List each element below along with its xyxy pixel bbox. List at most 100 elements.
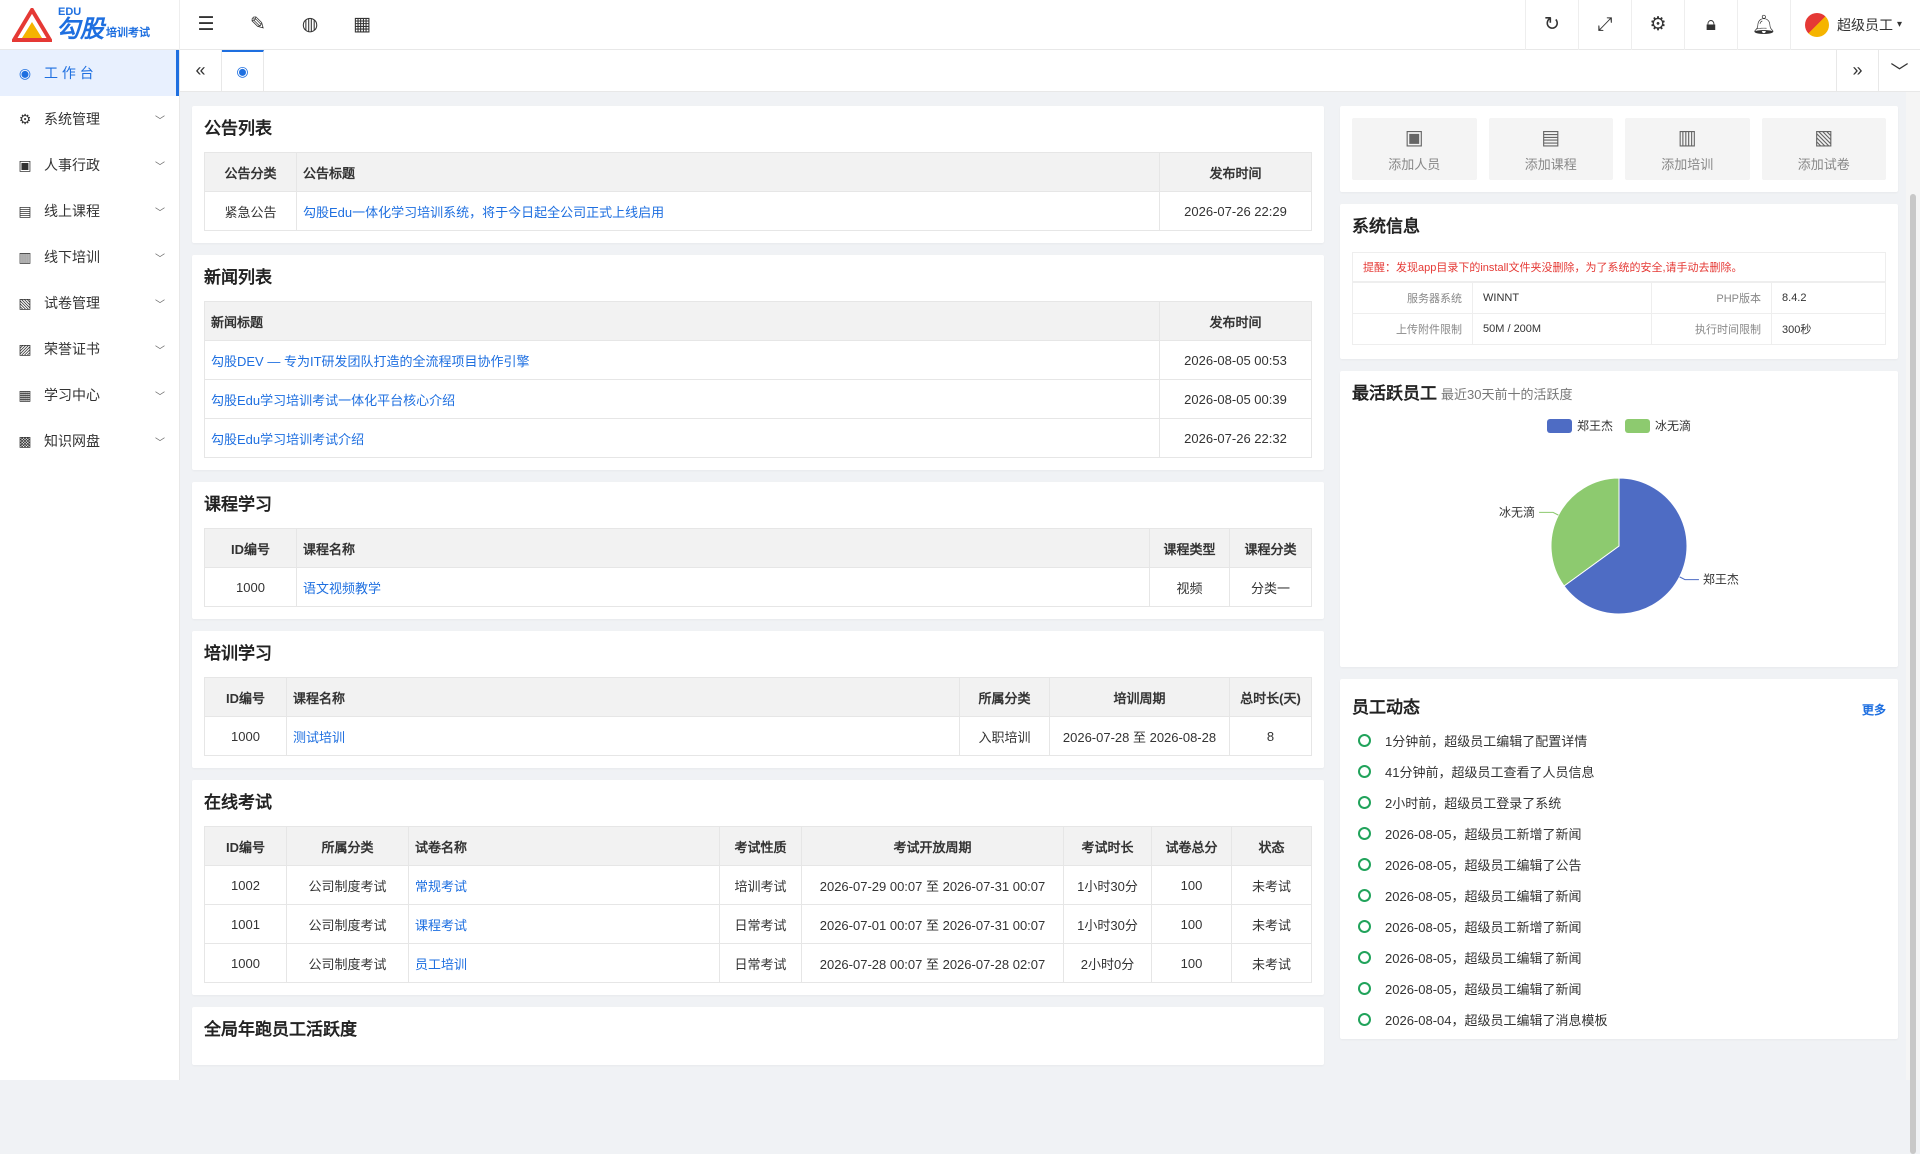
table-row: 勾股Edu学习培训考试一体化平台核心介绍 2026-08-05 00:39 bbox=[204, 379, 1312, 419]
table-cell: 公司制度考试 bbox=[286, 865, 409, 905]
active-card: 最活跃员工 最近30天前十的活跃度 郑王杰 冰无滴 郑王杰 冰无滴 bbox=[1340, 371, 1898, 667]
feed-text: 2026-08-05，超级员工新增了新闻 bbox=[1385, 827, 1582, 842]
sidebar-item-study[interactable]: ▦ 学习中心 ﹀ bbox=[0, 372, 179, 418]
news-link[interactable]: 勾股DEV — 专为IT研发团队打造的全流程项目协作引擎 bbox=[211, 354, 530, 369]
course-link[interactable]: 语文视频教学 bbox=[303, 581, 381, 596]
course-icon: ▤ bbox=[18, 202, 32, 219]
feed-card: 员工动态 更多 1分钟前，超级员工编辑了配置详情 41分钟前，超级员工查看了人员… bbox=[1340, 679, 1898, 1039]
feed-list: 1分钟前，超级员工编辑了配置详情 41分钟前，超级员工查看了人员信息 2小时前，… bbox=[1352, 725, 1886, 1035]
sidebar-item-label: 试卷管理 bbox=[44, 295, 100, 311]
table-header: 考试时长 bbox=[1063, 826, 1152, 866]
brush-icon[interactable]: ✎ bbox=[232, 0, 284, 50]
disk-icon: ▩ bbox=[18, 432, 32, 449]
quick-action-label: 添加培训 bbox=[1661, 157, 1714, 172]
sidebar-item-system[interactable]: ⚙ 系统管理 ﹀ bbox=[0, 96, 179, 142]
timeline-dot-icon bbox=[1358, 858, 1371, 871]
legend-label: 冰无滴 bbox=[1655, 419, 1692, 433]
tab-scroll-left-icon[interactable]: « bbox=[180, 49, 222, 92]
legend-swatch bbox=[1546, 418, 1572, 433]
add-course-button[interactable]: ▤ 添加课程 bbox=[1488, 118, 1613, 180]
pie-label-line bbox=[1679, 576, 1699, 581]
list-item: 2026-08-05，超级员工编辑了新闻 bbox=[1352, 942, 1886, 973]
notice-link[interactable]: 勾股Edu一体化学习培训系统，将于今日起全公司正式上线启用 bbox=[303, 205, 664, 220]
feed-text: 2026-08-04，超级员工编辑了消息模板 bbox=[1385, 1013, 1608, 1028]
table-header: 公告分类 bbox=[204, 152, 297, 192]
table-header: 发布时间 bbox=[1159, 152, 1312, 192]
list-item: 2026-08-05，超级员工新增了新闻 bbox=[1352, 818, 1886, 849]
sidebar-item-disk[interactable]: ▩ 知识网盘 ﹀ bbox=[0, 418, 179, 464]
sidebar-item-dashboard[interactable]: ◉ 工 作 台 bbox=[0, 50, 179, 96]
tab-dropdown-icon[interactable]: ﹀ bbox=[1878, 49, 1920, 92]
menu-fold-icon[interactable]: ☰ bbox=[180, 0, 232, 50]
more-link[interactable]: 更多 bbox=[1862, 701, 1886, 718]
globe-icon[interactable]: ◍ bbox=[284, 0, 336, 50]
timeline-dot-icon bbox=[1358, 734, 1371, 747]
tab-scroll-right-icon[interactable]: » bbox=[1836, 49, 1878, 92]
notice-table: 公告分类 公告标题 发布时间 紧急公告 勾股Edu一体化学习培训系统，将于今日起… bbox=[204, 152, 1312, 231]
table-header: 公告标题 bbox=[296, 152, 1160, 192]
sidebar-item-paper[interactable]: ▧ 试卷管理 ﹀ bbox=[0, 280, 179, 326]
sidebar-item-label: 知识网盘 bbox=[44, 433, 100, 449]
feed-text: 1分钟前，超级员工编辑了配置详情 bbox=[1385, 734, 1588, 749]
table-cell: 入职培训 bbox=[959, 716, 1050, 756]
timeline-dot-icon bbox=[1358, 827, 1371, 840]
user-name: 超级员工 bbox=[1836, 16, 1893, 33]
sidebar-item-personnel[interactable]: ▣ 人事行政 ﹀ bbox=[0, 142, 179, 188]
news-link[interactable]: 勾股Edu学习培训考试介绍 bbox=[211, 432, 364, 447]
table-cell: 1002 bbox=[204, 865, 287, 905]
sysinfo-key: 服务器系统 bbox=[1352, 282, 1473, 314]
news-link[interactable]: 勾股Edu学习培训考试一体化平台核心介绍 bbox=[211, 393, 455, 408]
table-row: 上传附件限制 50M / 200M 执行时间限制 300秒 bbox=[1352, 313, 1886, 345]
sysinfo-value: 300秒 bbox=[1771, 313, 1886, 345]
sidebar-item-course[interactable]: ▤ 线上课程 ﹀ bbox=[0, 188, 179, 234]
exam-link[interactable]: 常规考试 bbox=[415, 879, 467, 894]
legend-label: 郑王杰 bbox=[1576, 419, 1613, 433]
sidebar-item-label: 线下培训 bbox=[44, 249, 100, 265]
refresh-icon[interactable]: ↻ bbox=[1524, 0, 1578, 50]
table-cell: 8 bbox=[1229, 716, 1312, 756]
exam-link[interactable]: 课程考试 bbox=[415, 918, 467, 933]
feed-text: 41分钟前，超级员工查看了人员信息 bbox=[1385, 765, 1595, 780]
pie-chart: 郑王杰 冰无滴 bbox=[1499, 477, 1739, 615]
app-logo[interactable]: EDU 勾股 培训考试 bbox=[0, 0, 180, 50]
table-row: 勾股Edu学习培训考试介绍 2026-07-26 22:32 bbox=[204, 418, 1312, 458]
sidebar-item-training[interactable]: ▥ 线下培训 ﹀ bbox=[0, 234, 179, 280]
exam-link[interactable]: 员工培训 bbox=[415, 957, 467, 972]
add-training-button[interactable]: ▥ 添加培训 bbox=[1625, 118, 1750, 180]
sidebar-item-label: 系统管理 bbox=[44, 111, 100, 127]
table-header: 总时长(天) bbox=[1229, 677, 1312, 717]
sidebar-item-certificate[interactable]: ▨ 荣誉证书 ﹀ bbox=[0, 326, 179, 372]
sysinfo-value: 50M / 200M bbox=[1471, 313, 1653, 345]
table-header: 课程类型 bbox=[1149, 528, 1230, 568]
card-title: 在线考试 bbox=[204, 793, 272, 812]
settings-icon[interactable]: ⚙ bbox=[1630, 0, 1684, 50]
table-header: 课程名称 bbox=[286, 677, 960, 717]
fullscreen-icon[interactable]: ⤢ bbox=[1577, 0, 1631, 50]
bell-icon[interactable]: 🔔︎ bbox=[1736, 0, 1790, 50]
lock-icon[interactable]: 🔒︎ bbox=[1683, 0, 1737, 50]
table-row: 服务器系统 WINNT PHP版本 8.4.2 bbox=[1352, 282, 1886, 314]
add-paper-button[interactable]: ▧ 添加试卷 bbox=[1761, 118, 1886, 180]
exam-type: 培训考试 bbox=[719, 865, 802, 905]
tab-dashboard[interactable]: ◉ bbox=[222, 49, 264, 92]
layout-icon[interactable]: ▦ bbox=[336, 0, 388, 50]
add-user-button[interactable]: ▣ 添加人员 bbox=[1352, 118, 1477, 180]
sidebar-item-label: 线上课程 bbox=[44, 203, 100, 219]
timeline-dot-icon bbox=[1358, 796, 1371, 809]
sysinfo-value: WINNT bbox=[1471, 282, 1653, 314]
table-cell: 2小时0分 bbox=[1063, 943, 1152, 983]
scrollbar[interactable] bbox=[1906, 92, 1920, 1154]
exam-type: 日常考试 bbox=[719, 904, 802, 944]
scroll-thumb[interactable] bbox=[1910, 194, 1916, 1154]
logo-mark-icon bbox=[10, 5, 54, 42]
table-header: 考试性质 bbox=[719, 826, 802, 866]
legend-item[interactable]: 郑王杰 bbox=[1546, 417, 1613, 434]
timeline-dot-icon bbox=[1358, 765, 1371, 778]
dashboard-icon: ◉ bbox=[236, 63, 249, 79]
user-menu[interactable]: 超级员工 ▾ bbox=[1789, 0, 1920, 50]
training-link[interactable]: 测试培训 bbox=[293, 730, 345, 745]
personnel-icon: ▣ bbox=[18, 156, 32, 173]
add-training-icon: ▥ bbox=[1677, 127, 1697, 149]
main-content: 公告列表 公告分类 公告标题 发布时间 紧急公告 勾股Edu一体化学习培训系统，… bbox=[180, 92, 1920, 1080]
legend-item[interactable]: 冰无滴 bbox=[1625, 417, 1691, 434]
